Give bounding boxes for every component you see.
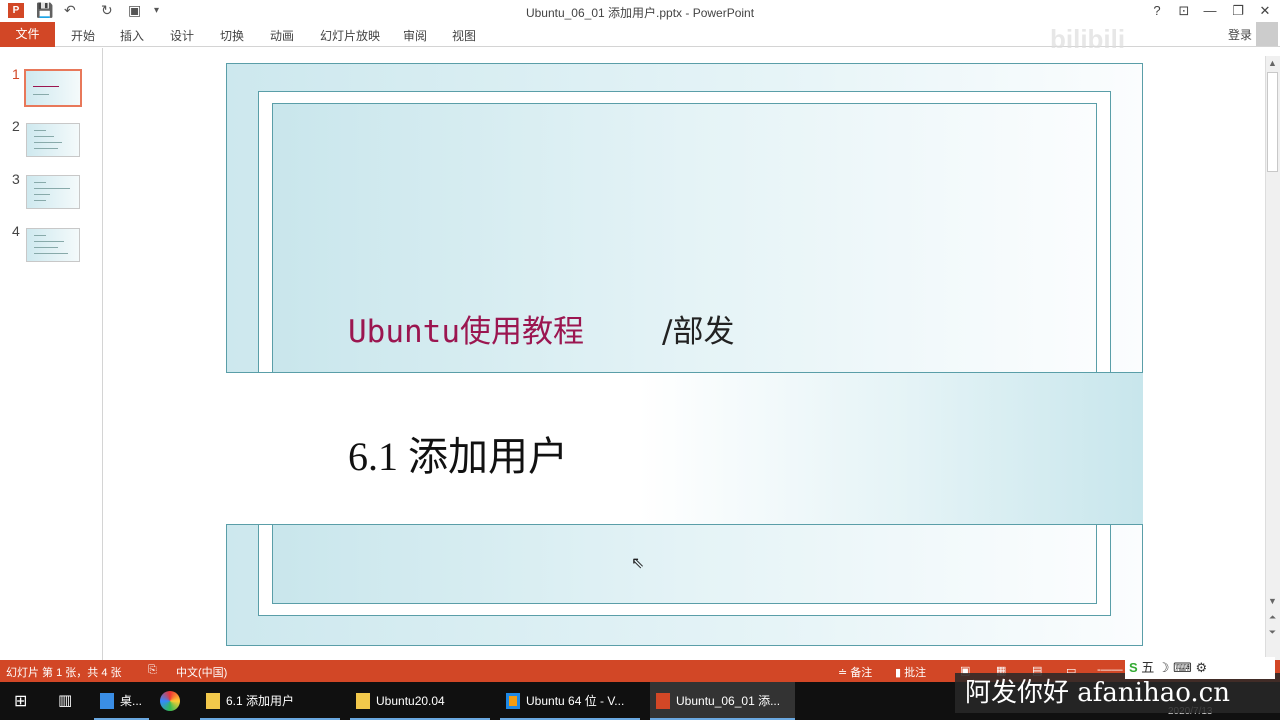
taskbar-item-vmware[interactable]: Ubuntu 64 位 - V...: [500, 682, 640, 720]
thumbnail-number: 4: [12, 223, 20, 239]
taskbar-label: 6.1 添加用户: [226, 694, 295, 708]
tab-transitions[interactable]: 切换: [220, 27, 244, 44]
language-indicator[interactable]: 中文(中国): [176, 664, 227, 680]
scroll-down-icon[interactable]: ▼: [1266, 596, 1279, 606]
taskbar-item-folder-2[interactable]: Ubuntu20.04: [350, 682, 490, 720]
watermark: 阿发你好 afanihao.cn: [955, 673, 1280, 713]
ime-toolbar[interactable]: S 五 ☽ ⌨ ⚙: [1125, 657, 1275, 679]
previous-slide-icon[interactable]: ⏶: [1266, 612, 1279, 623]
next-slide-icon[interactable]: ⏷: [1266, 627, 1279, 638]
slide-thumbnail-1[interactable]: [24, 69, 82, 107]
ribbon-display-button[interactable]: ⊡: [1174, 3, 1194, 19]
sign-in-link[interactable]: 登录: [1228, 26, 1252, 43]
taskbar-label: Ubuntu_06_01 添...: [676, 694, 781, 708]
avatar[interactable]: [1256, 22, 1278, 46]
tab-view[interactable]: 视图: [452, 27, 476, 44]
taskbar-item-powerpoint[interactable]: Ubuntu_06_01 添...: [650, 682, 795, 720]
tab-review[interactable]: 审阅: [403, 27, 427, 44]
windows-start-icon[interactable]: ⊞: [14, 691, 27, 711]
thumbnail-number: 1: [12, 66, 20, 82]
window-title: Ubuntu_06_01 添加用户.pptx - PowerPoint: [525, 6, 755, 20]
taskbar-label: 桌...: [120, 694, 143, 708]
slide-thumbnail-3[interactable]: [26, 175, 80, 209]
tab-file[interactable]: 文件: [0, 22, 55, 47]
thumbnail-number: 3: [12, 171, 20, 187]
scrollbar-thumb[interactable]: [1267, 72, 1278, 172]
comments-button[interactable]: ▮ 批注: [895, 664, 926, 680]
task-view-icon[interactable]: ▥: [58, 691, 72, 709]
title-bar: P 💾 ↶ ↻ ▣ ▾ Ubuntu_06_01 添加用户.pptx - Pow…: [0, 0, 1280, 22]
slide-thumbnail-pane: 1 2 3 4: [0, 48, 103, 660]
thumbnail-number: 2: [12, 118, 20, 134]
notes-button[interactable]: ≐ 备注: [838, 664, 872, 680]
tab-insert[interactable]: 插入: [120, 27, 144, 44]
taskbar-label: Ubuntu20.04: [376, 694, 445, 708]
tab-animations[interactable]: 动画: [270, 27, 294, 44]
help-button[interactable]: ?: [1147, 3, 1167, 18]
close-button[interactable]: ✕: [1255, 3, 1275, 19]
slide-thumbnail-2[interactable]: [26, 123, 80, 157]
slide-subtitle[interactable]: 6.1 添加用户: [348, 424, 568, 482]
tab-home[interactable]: 开始: [71, 27, 95, 44]
comments-label: 批注: [904, 667, 927, 679]
scroll-up-icon[interactable]: ▲: [1266, 58, 1279, 68]
tab-design[interactable]: 设计: [170, 27, 194, 44]
slide-inner-frame: [272, 103, 1097, 604]
slide-title[interactable]: Ubuntu使用教程: [348, 306, 584, 351]
slide-author[interactable]: /部发: [662, 306, 734, 351]
minimize-button[interactable]: —: [1200, 3, 1220, 18]
taskbar-item-folder-1[interactable]: 6.1 添加用户: [200, 682, 340, 720]
mouse-cursor-icon: ⇖: [631, 555, 645, 572]
taskbar-item-desktop[interactable]: 桌...: [94, 682, 149, 720]
slide-thumbnail-4[interactable]: [26, 228, 80, 262]
tab-slideshow[interactable]: 幻灯片放映: [320, 27, 380, 44]
notes-label: 备注: [850, 667, 873, 679]
spellcheck-icon[interactable]: ⎘: [148, 664, 157, 677]
slide-counter: 幻灯片 第 1 张，共 4 张: [6, 667, 122, 679]
taskbar-item-browser[interactable]: [154, 682, 190, 720]
taskbar-label: Ubuntu 64 位 - V...: [526, 694, 625, 708]
restore-button[interactable]: ❐: [1228, 3, 1248, 19]
